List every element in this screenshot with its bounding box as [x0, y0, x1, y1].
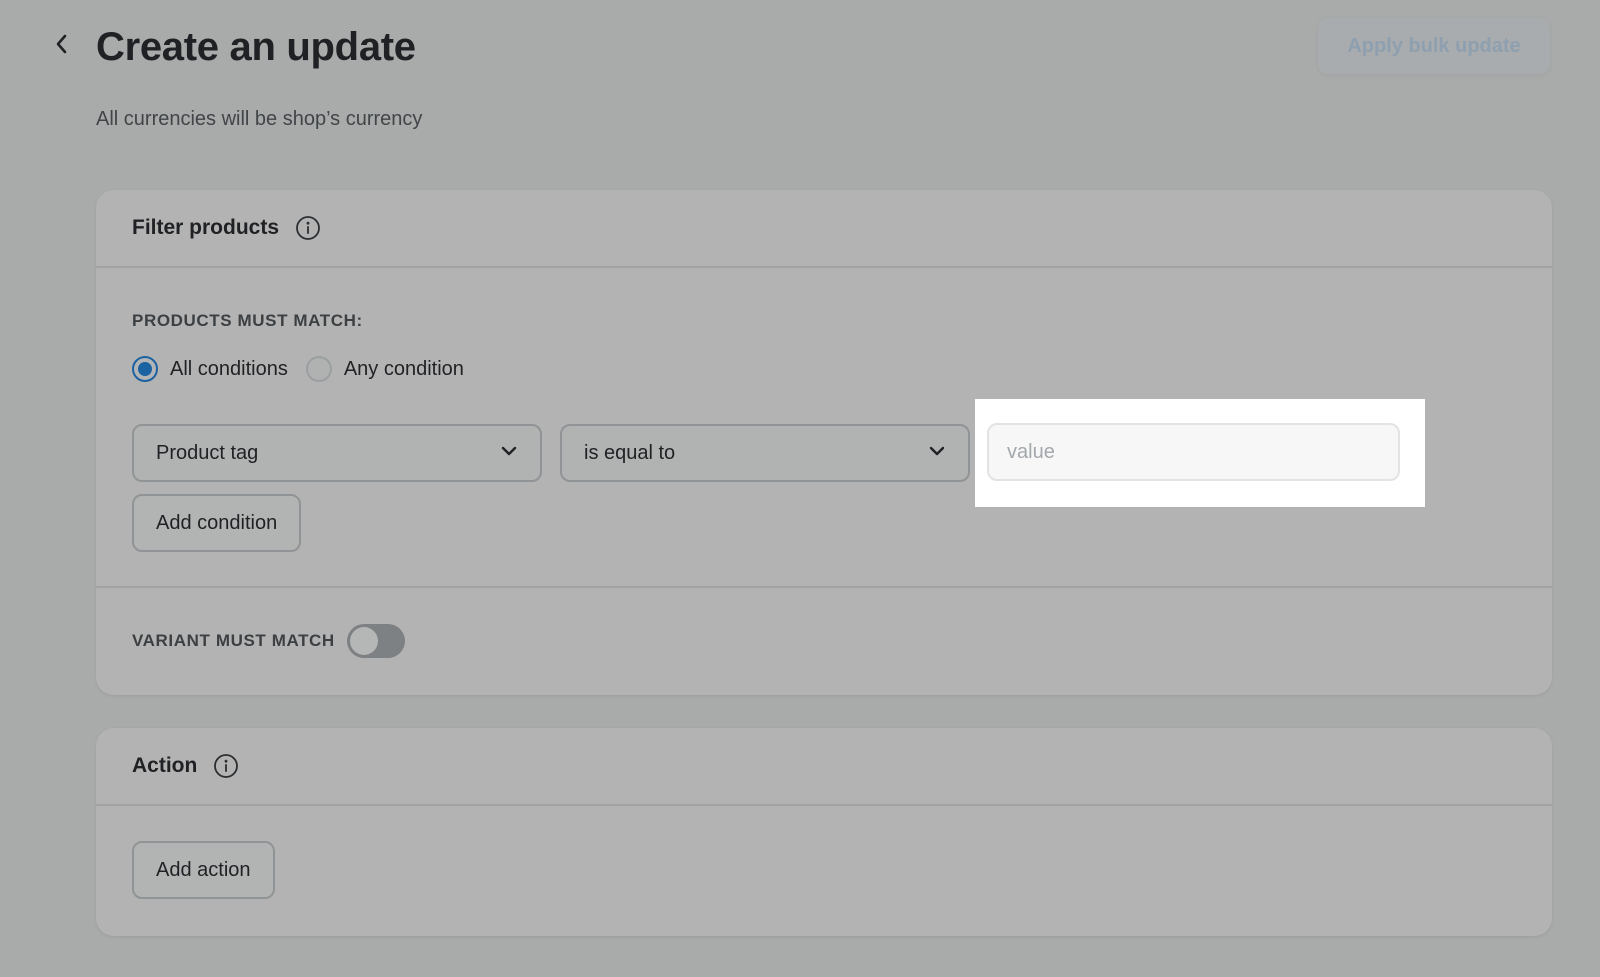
- chevron-left-icon: [54, 33, 70, 60]
- radio-all-conditions[interactable]: All conditions: [132, 356, 288, 382]
- variant-must-match-row: VARIANT MUST MATCH: [132, 624, 405, 658]
- condition-operator-select[interactable]: is equal to: [560, 424, 970, 482]
- chevron-down-icon: [500, 444, 518, 462]
- highlighted-value-area: [975, 399, 1425, 507]
- radio-label: Any condition: [343, 357, 464, 380]
- radio-any-condition[interactable]: Any condition: [305, 356, 464, 382]
- info-icon[interactable]: [295, 215, 321, 241]
- back-button[interactable]: [44, 28, 80, 64]
- action-header: Action: [96, 728, 1552, 806]
- filter-products-header: Filter products: [96, 190, 1552, 268]
- select-value: is equal to: [584, 441, 676, 464]
- apply-bulk-update-button[interactable]: Apply bulk update: [1318, 18, 1550, 74]
- condition-attribute-select[interactable]: Product tag: [132, 424, 542, 482]
- chevron-down-icon: [928, 444, 946, 462]
- add-action-button[interactable]: Add action: [132, 841, 275, 899]
- page-subtitle: All currencies will be shop’s currency: [96, 108, 423, 130]
- radio-label: All conditions: [170, 357, 288, 380]
- page-title: Create an update: [96, 25, 416, 69]
- radio-unselected-icon: [305, 356, 332, 382]
- section-divider: [96, 586, 1552, 588]
- toggle-knob: [349, 627, 378, 655]
- action-card: Action Add action: [96, 728, 1552, 936]
- variant-must-match-label: VARIANT MUST MATCH: [132, 631, 335, 650]
- variant-must-match-toggle[interactable]: [346, 624, 405, 658]
- filter-products-card: Filter products PRODUCTS MUST MATCH: All…: [96, 190, 1552, 695]
- select-value: Product tag: [156, 441, 259, 464]
- info-icon[interactable]: [213, 753, 239, 779]
- filter-products-title: Filter products: [132, 216, 280, 239]
- match-mode-radio-group: All conditions Any condition: [132, 356, 482, 382]
- action-title: Action: [132, 754, 198, 777]
- add-condition-button[interactable]: Add condition: [132, 494, 302, 552]
- condition-value-input[interactable]: [987, 423, 1400, 481]
- radio-selected-icon: [132, 356, 158, 382]
- products-must-match-label: PRODUCTS MUST MATCH:: [132, 311, 363, 330]
